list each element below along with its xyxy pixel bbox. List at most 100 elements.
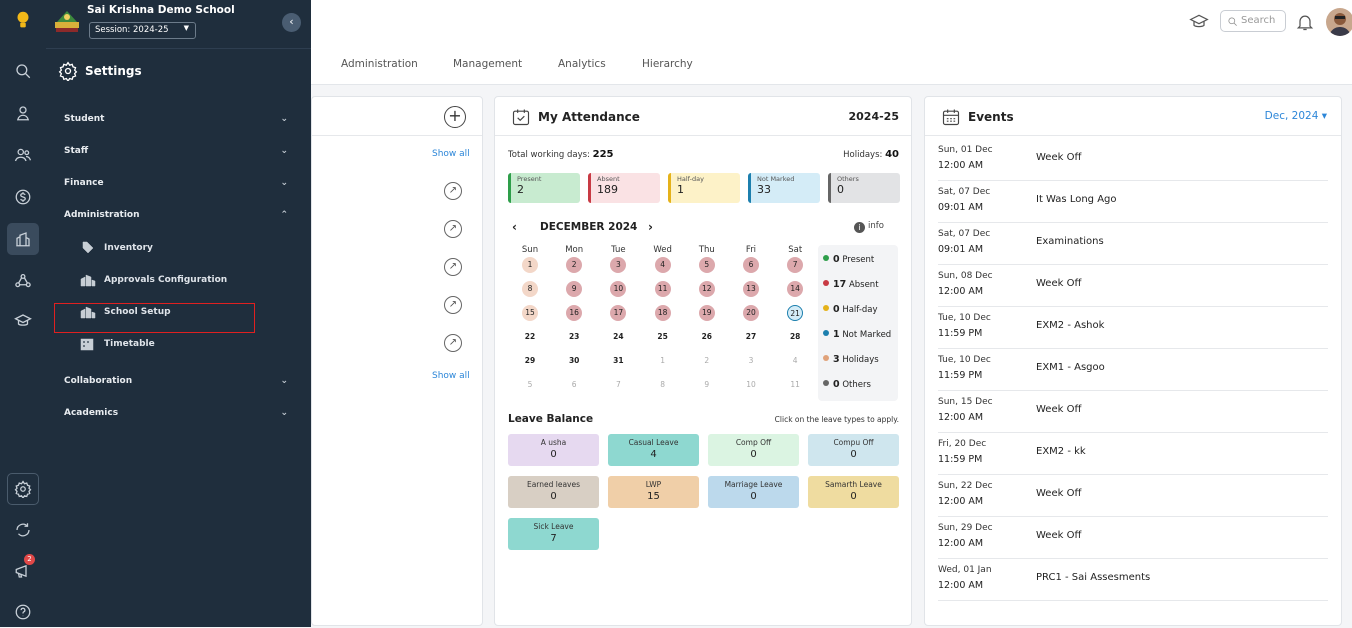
chevron-left-icon[interactable]: ‹ bbox=[512, 220, 517, 234]
calendar-day[interactable]: 2 bbox=[699, 353, 715, 369]
add-icon[interactable]: + bbox=[444, 106, 466, 128]
settings-icon[interactable] bbox=[7, 473, 39, 505]
session-select[interactable]: Session: 2024-25 ▼ bbox=[89, 22, 196, 39]
event-item[interactable]: Sun, 01 Dec 12:00 AM Week Off bbox=[938, 139, 1328, 181]
calendar-day[interactable]: 25 bbox=[655, 329, 671, 345]
info-button[interactable]: i info bbox=[854, 221, 884, 233]
event-item[interactable]: Sun, 22 Dec 12:00 AM Week Off bbox=[938, 475, 1328, 517]
calendar-day[interactable]: 8 bbox=[522, 281, 538, 297]
event-item[interactable]: Tue, 10 Dec 11:59 PM EXM2 - Ashok bbox=[938, 307, 1328, 349]
calendar-day[interactable]: 5 bbox=[698, 257, 715, 273]
calendar-day[interactable]: 10 bbox=[743, 377, 759, 393]
calendar-day[interactable]: 7 bbox=[610, 377, 626, 393]
event-item[interactable]: Wed, 01 Jan 12:00 AM PRC1 - Sai Assesments bbox=[938, 559, 1328, 601]
leave-type-card[interactable]: A usha 0 bbox=[508, 434, 599, 466]
staff-icon[interactable] bbox=[7, 139, 39, 171]
leave-type-card[interactable]: Marriage Leave 0 bbox=[708, 476, 799, 508]
sidebar-item-timetable[interactable]: Timetable bbox=[80, 337, 155, 351]
calendar-day[interactable]: 28 bbox=[787, 329, 803, 345]
calendar-day[interactable]: 23 bbox=[566, 329, 582, 345]
calendar-day[interactable]: 14 bbox=[787, 281, 804, 297]
sidebar-section-student[interactable]: Student ⌄ bbox=[64, 114, 292, 124]
arrow-up-right-icon[interactable]: ↗ bbox=[444, 296, 462, 314]
calendar-day[interactable]: 1 bbox=[522, 257, 538, 273]
calendar-day[interactable]: 26 bbox=[699, 329, 715, 345]
tab-hierarchy[interactable]: Hierarchy bbox=[642, 58, 693, 70]
leave-type-card[interactable]: LWP 15 bbox=[608, 476, 699, 508]
calendar-day[interactable]: 17 bbox=[610, 305, 627, 321]
arrow-up-right-icon[interactable]: ↗ bbox=[444, 182, 462, 200]
calendar-day[interactable]: 30 bbox=[566, 353, 582, 369]
tab-administration[interactable]: Administration bbox=[341, 58, 418, 70]
calendar-day[interactable]: 12 bbox=[698, 281, 715, 297]
calendar-day[interactable]: 3 bbox=[743, 353, 759, 369]
calendar-day[interactable]: 19 bbox=[698, 305, 715, 321]
student-icon[interactable] bbox=[7, 97, 39, 129]
calendar-day[interactable]: 20 bbox=[743, 305, 759, 321]
leave-type-card[interactable]: Casual Leave 4 bbox=[608, 434, 699, 466]
calendar-day[interactable]: 22 bbox=[522, 329, 538, 345]
calendar-day[interactable]: 18 bbox=[654, 305, 671, 321]
event-item[interactable]: Sun, 08 Dec 12:00 AM Week Off bbox=[938, 265, 1328, 307]
event-item[interactable]: Sun, 15 Dec 12:00 AM Week Off bbox=[938, 391, 1328, 433]
sidebar-section-administration[interactable]: Administration ⌃ bbox=[64, 210, 292, 220]
collaboration-icon[interactable] bbox=[7, 265, 39, 297]
calendar-day[interactable]: 11 bbox=[654, 281, 671, 297]
calendar-day[interactable]: 31 bbox=[610, 353, 626, 369]
calendar-day[interactable]: 16 bbox=[566, 305, 583, 321]
tab-management[interactable]: Management bbox=[453, 58, 522, 70]
app-logo-icon[interactable] bbox=[7, 4, 39, 36]
avatar[interactable] bbox=[1326, 8, 1352, 36]
arrow-up-right-icon[interactable]: ↗ bbox=[444, 220, 462, 238]
calendar-day[interactable]: 6 bbox=[743, 257, 759, 273]
academics-icon[interactable] bbox=[7, 305, 39, 337]
event-item[interactable]: Sat, 07 Dec 09:01 AM Examinations bbox=[938, 223, 1328, 265]
calendar-day[interactable]: 15 bbox=[522, 305, 538, 321]
calendar-day[interactable]: 2 bbox=[566, 257, 583, 273]
leave-type-card[interactable]: Comp Off 0 bbox=[708, 434, 799, 466]
sidebar-item-approvals-configuration[interactable]: Approvals Configuration bbox=[80, 273, 227, 287]
leave-type-card[interactable]: Earned leaves 0 bbox=[508, 476, 599, 508]
announcement-icon[interactable]: 2 bbox=[7, 554, 39, 587]
collapse-sidebar-button[interactable]: ‹ bbox=[282, 13, 301, 32]
calendar-day[interactable]: 4 bbox=[787, 353, 803, 369]
calendar-day[interactable]: 9 bbox=[699, 377, 715, 393]
help-icon[interactable] bbox=[7, 596, 39, 628]
calendar-day[interactable]: 21 bbox=[787, 305, 804, 321]
sidebar-section-collaboration[interactable]: Collaboration ⌄ bbox=[64, 376, 292, 386]
calendar-day[interactable]: 11 bbox=[787, 377, 803, 393]
events-month-select[interactable]: Dec, 2024 ▾ bbox=[1265, 110, 1327, 122]
event-item[interactable]: Fri, 20 Dec 11:59 PM EXM2 - kk bbox=[938, 433, 1328, 475]
calendar-day[interactable]: 7 bbox=[787, 257, 804, 273]
calendar-day[interactable]: 29 bbox=[522, 353, 538, 369]
calendar-day[interactable]: 27 bbox=[743, 329, 759, 345]
arrow-up-right-icon[interactable]: ↗ bbox=[444, 334, 462, 352]
calendar-day[interactable]: 10 bbox=[610, 281, 627, 297]
calendar-day[interactable]: 6 bbox=[566, 377, 582, 393]
calendar-day[interactable]: 3 bbox=[610, 257, 627, 273]
sidebar-section-academics[interactable]: Academics ⌄ bbox=[64, 408, 292, 418]
leave-type-card[interactable]: Sick Leave 7 bbox=[508, 518, 599, 550]
calendar-day[interactable]: 13 bbox=[743, 281, 759, 297]
show-all-link[interactable]: Show all bbox=[432, 371, 470, 381]
calendar-day[interactable]: 9 bbox=[566, 281, 583, 297]
bell-icon[interactable] bbox=[1295, 12, 1315, 32]
sidebar-section-finance[interactable]: Finance ⌄ bbox=[64, 178, 292, 188]
sidebar-item-inventory[interactable]: Inventory bbox=[80, 241, 153, 255]
leave-type-card[interactable]: Compu Off 0 bbox=[808, 434, 899, 466]
calendar-day[interactable]: 8 bbox=[655, 377, 671, 393]
leave-type-card[interactable]: Samarth Leave 0 bbox=[808, 476, 899, 508]
event-item[interactable]: Sat, 07 Dec 09:01 AM It Was Long Ago bbox=[938, 181, 1328, 223]
graduation-cap-icon[interactable] bbox=[1189, 12, 1209, 32]
tab-analytics[interactable]: Analytics bbox=[558, 58, 606, 70]
show-all-link[interactable]: Show all bbox=[432, 149, 470, 159]
event-item[interactable]: Sun, 29 Dec 12:00 AM Week Off bbox=[938, 517, 1328, 559]
chevron-right-icon[interactable]: › bbox=[648, 220, 653, 234]
calendar-day[interactable]: 5 bbox=[522, 377, 538, 393]
finance-icon[interactable] bbox=[7, 181, 39, 213]
calendar-day[interactable]: 1 bbox=[655, 353, 671, 369]
search-icon[interactable] bbox=[7, 55, 39, 87]
event-item[interactable]: Tue, 10 Dec 11:59 PM EXM1 - Asgoo bbox=[938, 349, 1328, 391]
refresh-icon[interactable] bbox=[7, 514, 39, 546]
calendar-day[interactable]: 4 bbox=[654, 257, 671, 273]
